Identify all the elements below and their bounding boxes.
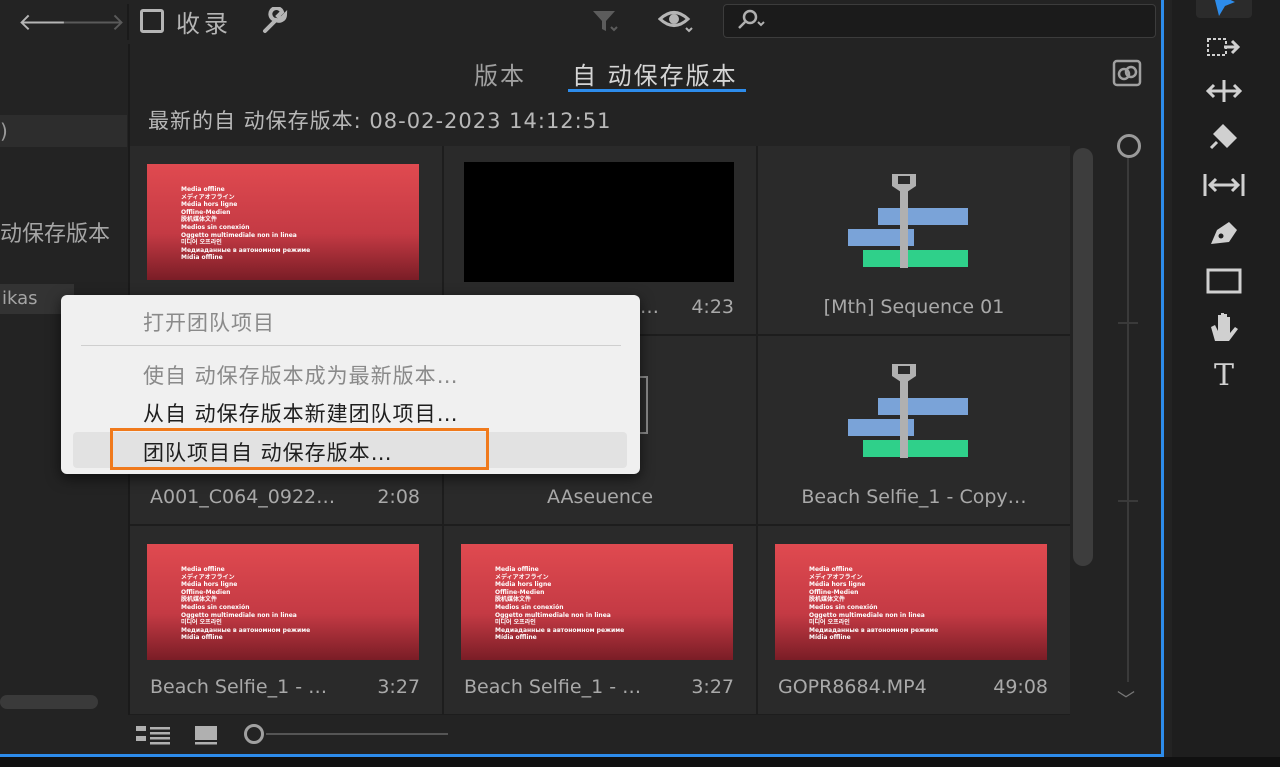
pen-tool-icon[interactable] [1200, 214, 1248, 252]
zoom-tick [1118, 500, 1138, 502]
version-tile[interactable]: Beach Selfie_1 - Copy… [758, 336, 1070, 524]
thumbnail-size-slider-knob[interactable] [244, 724, 264, 744]
sequence-icon [848, 174, 968, 268]
bottom-bar [128, 715, 1161, 754]
tile-name: [Mth] Sequence 01 [823, 296, 1005, 318]
offline-text: Media offline メディアオフライン Média hors ligne… [181, 566, 311, 642]
tile-duration: 49:08 [993, 676, 1048, 698]
menu-separator [81, 345, 621, 346]
tile-duration: 3:27 [691, 676, 734, 698]
zoom-slider-rail[interactable] [1127, 150, 1129, 682]
rectangle-tool-icon[interactable] [1200, 262, 1248, 300]
active-tab-indicator [568, 89, 746, 92]
forward-arrow-icon[interactable]: 🡒 [61, 6, 125, 36]
hand-tool-icon[interactable] [1200, 308, 1248, 346]
latest-autosave-label: 最新的自 动保存版本: 08-02-2023 14:12:51 [148, 109, 612, 133]
selection-tool-icon[interactable] [1200, 0, 1248, 24]
tile-name: A001_C064_0922… [150, 486, 336, 508]
wrench-icon[interactable] [258, 6, 294, 36]
menu-item-new-team-project-from-autosave[interactable]: 从自 动保存版本新建团队项目… [143, 398, 459, 428]
tile-duration: 2:08 [377, 486, 420, 508]
tile-duration: 4:23 [691, 296, 734, 318]
tile-name: GOPR8684.MP4 [778, 676, 927, 698]
media-offline-thumbnail: Media offline メディアオフライン Média hors ligne… [147, 544, 419, 660]
tab-autosave-versions[interactable]: 自 动保存版本 [572, 56, 738, 91]
ripple-edit-tool-icon[interactable] [1200, 72, 1248, 110]
status-strip [0, 757, 1280, 767]
tools-panel: T [1172, 0, 1280, 767]
slip-tool-icon[interactable] [1200, 166, 1248, 204]
grid-vertical-scrollbar[interactable] [1073, 148, 1093, 566]
toolbar-divider [127, 4, 129, 40]
tile-name: AAseuence [546, 486, 654, 508]
list-view-icon[interactable] [136, 723, 172, 750]
left-list-row[interactable]: ) [0, 115, 127, 147]
sequence-icon [848, 364, 968, 458]
menu-item-make-latest[interactable]: 使自 动保存版本成为最新版本… [143, 360, 459, 390]
zoom-tick [1118, 322, 1138, 324]
media-offline-thumbnail: Media offline メディアオフライン Média hors ligne… [147, 164, 419, 280]
app-window: 🡐 🡒 收录 ) 动保存版本 ikas 版本 自 动保存版本 最新的自 动保存版… [0, 0, 1280, 767]
bookmark-label: 收录 [176, 10, 232, 38]
left-horizontal-scrollbar[interactable] [0, 695, 98, 709]
version-tile[interactable]: Media offline メディアオフライン Média hors ligne… [758, 526, 1070, 714]
razor-tool-icon[interactable] [1200, 118, 1248, 156]
icon-view-icon[interactable] [194, 723, 218, 750]
tile-name: Beach Selfie_1 - Copy… [801, 486, 1027, 508]
panel-focus-border [1161, 0, 1164, 757]
chevron-down-icon[interactable]: ﹀ [1117, 686, 1135, 712]
tile-name: Beach Selfie_1 - … [464, 676, 642, 698]
offline-text: Media offline メディアオフライン Média hors ligne… [495, 566, 625, 642]
highlight-box [110, 428, 489, 470]
bookmark-checkbox[interactable] [140, 9, 164, 33]
track-select-tool-icon[interactable] [1200, 28, 1248, 66]
offline-text: Media offline メディアオフライン Média hors ligne… [809, 566, 939, 642]
media-offline-thumbnail: Media offline メディアオフライン Média hors ligne… [775, 544, 1047, 660]
tile-duration: 3:27 [377, 676, 420, 698]
tab-versions[interactable]: 版本 [474, 56, 526, 91]
thumbnail-size-slider[interactable] [266, 733, 448, 735]
eye-icon[interactable] [656, 6, 696, 36]
filter-icon[interactable] [587, 6, 621, 36]
type-tool-icon[interactable]: T [1200, 356, 1248, 394]
toolbar: 🡐 🡒 收录 [0, 0, 1165, 44]
search-input[interactable] [723, 4, 1156, 38]
version-tile[interactable]: Media offline メディアオフライン Média hors ligne… [444, 526, 756, 714]
version-tile[interactable]: Media offline メディアオフライン Média hors ligne… [130, 526, 442, 714]
tile-name: … [640, 296, 659, 318]
menu-item-open-team-project[interactable]: 打开团队项目 [143, 307, 275, 337]
link-icon[interactable] [1111, 58, 1143, 90]
tile-name: Beach Selfie_1 - … [150, 676, 328, 698]
search-icon [736, 8, 766, 38]
media-offline-thumbnail: Media offline メディアオフライン Média hors ligne… [461, 544, 733, 660]
zoom-slider-knob[interactable] [1117, 134, 1141, 158]
offline-text: Media offline メディアオフライン Média hors ligne… [181, 186, 311, 262]
version-tile[interactable]: [Mth] Sequence 01 [758, 146, 1070, 334]
black-thumbnail [464, 162, 734, 282]
left-list-label: 动保存版本 [0, 222, 111, 247]
